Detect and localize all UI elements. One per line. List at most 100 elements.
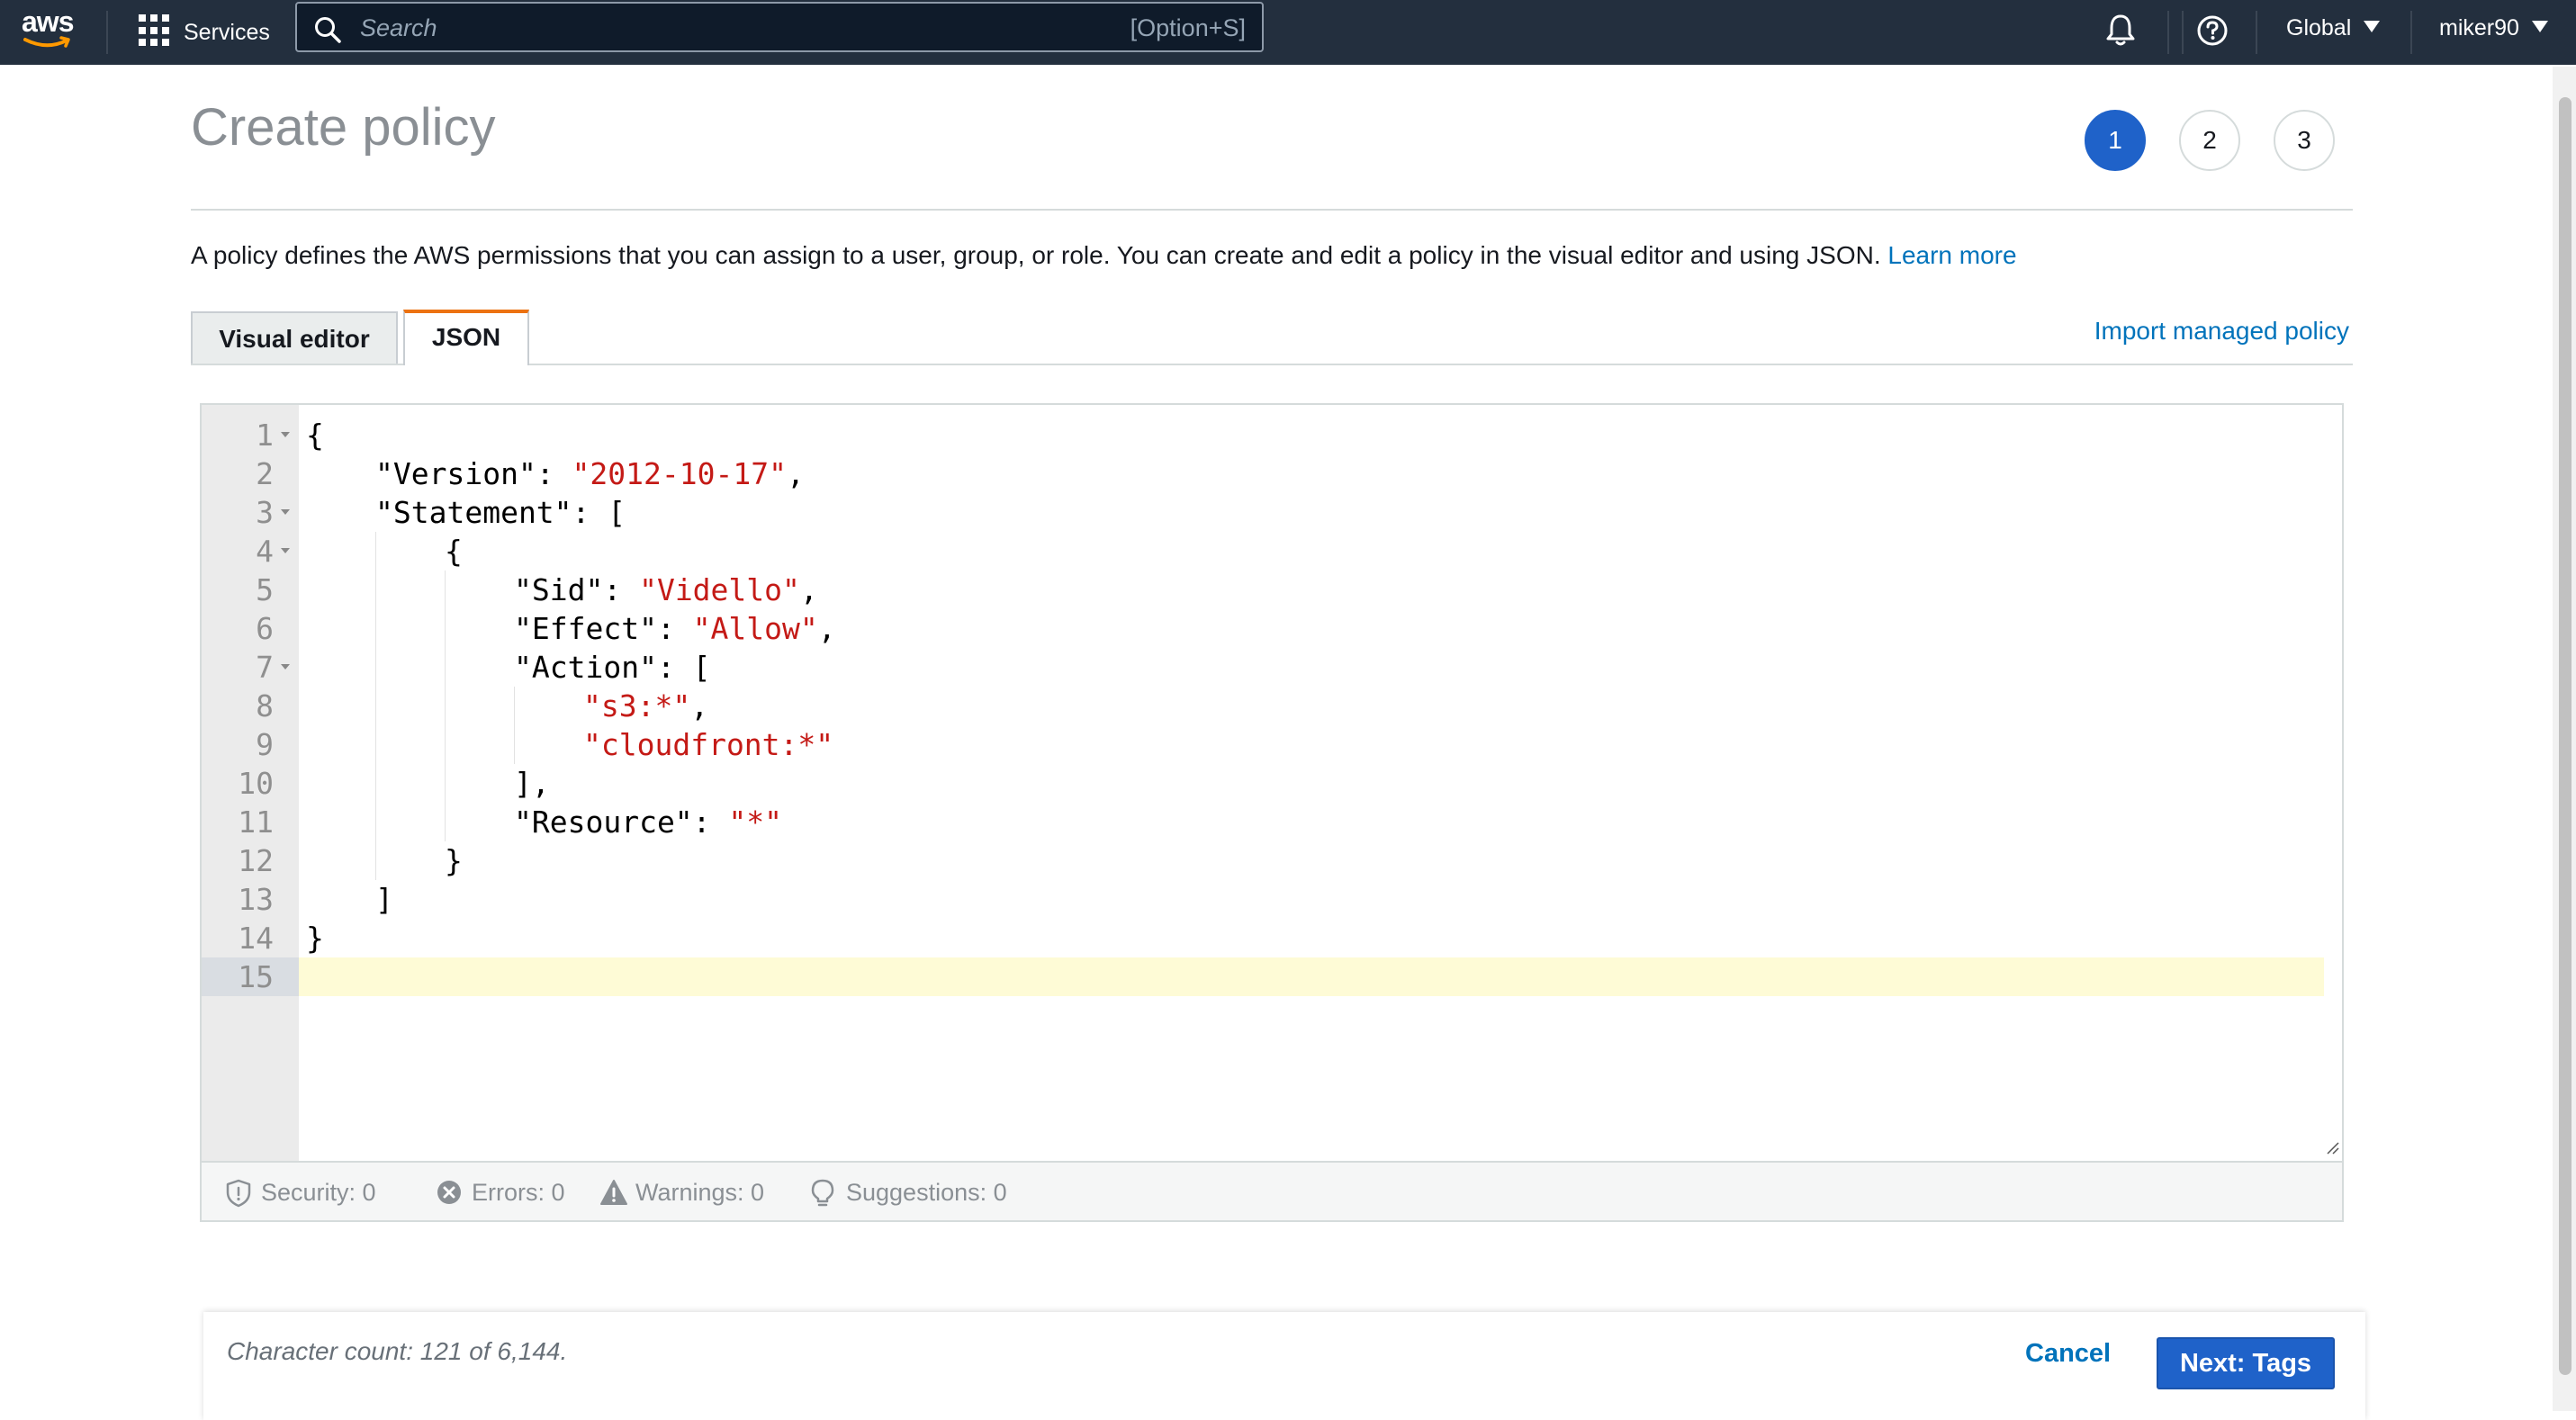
code-line[interactable]: 9 "cloudfront:*": [202, 725, 2342, 764]
header-divider: [191, 209, 2353, 211]
code-line[interactable]: 15: [202, 957, 2342, 996]
nav-divider: [2410, 11, 2412, 54]
code-line-content[interactable]: {: [299, 532, 2324, 571]
lightbulb-icon: [811, 1179, 834, 1207]
line-number: 15: [202, 957, 299, 996]
account-menu[interactable]: miker90: [2439, 0, 2548, 65]
wizard-step-2: 2: [2179, 110, 2240, 171]
code-line-content[interactable]: "Version": "2012-10-17",: [299, 454, 2324, 493]
code-line-content[interactable]: "s3:*",: [299, 687, 2324, 725]
code-line[interactable]: 12}: [202, 841, 2342, 880]
security-count: Security: 0: [261, 1179, 376, 1206]
chevron-down-icon: [2531, 20, 2548, 32]
code-line[interactable]: 5 "Sid": "Vidello",: [202, 571, 2342, 609]
json-string-token: "2012-10-17": [572, 456, 787, 491]
fold-toggle-icon[interactable]: [281, 664, 290, 670]
resize-handle-icon[interactable]: [2324, 1139, 2340, 1155]
json-token: ,: [817, 611, 836, 646]
code-line[interactable]: 11 "Resource": "*": [202, 803, 2342, 841]
code-line[interactable]: 13]: [202, 880, 2342, 919]
json-token: ,: [690, 688, 709, 723]
indent-guide: [445, 609, 446, 648]
import-managed-policy-link[interactable]: Import managed policy: [2094, 317, 2349, 346]
region-label: Global: [2286, 15, 2352, 40]
next-tags-button[interactable]: Next: Tags: [2157, 1337, 2335, 1389]
fold-toggle-icon[interactable]: [281, 548, 290, 553]
tab-visual-editor[interactable]: Visual editor: [191, 311, 398, 365]
code-line-content[interactable]: ]: [299, 880, 2324, 919]
aws-logo[interactable]: aws: [20, 5, 81, 56]
indent-guide: [445, 687, 446, 725]
json-token: "Resource":: [514, 804, 729, 840]
grid-icon[interactable]: [139, 14, 171, 47]
code-line-content[interactable]: "Sid": "Vidello",: [299, 571, 2324, 609]
json-string-token: "s3:*": [583, 688, 691, 723]
json-token: ,: [786, 456, 805, 491]
line-number: 11: [238, 804, 274, 840]
json-token: ]: [375, 882, 393, 917]
code-line-content[interactable]: "Resource": "*": [299, 803, 2324, 841]
search-placeholder: Search: [360, 14, 437, 41]
json-token: "Sid":: [514, 572, 640, 607]
errors-count: Errors: 0: [472, 1179, 565, 1206]
code-line[interactable]: 3 "Statement": [: [202, 493, 2342, 532]
code-line-content[interactable]: [299, 957, 2324, 996]
nav-divider: [2167, 11, 2169, 54]
indent-guide: [445, 764, 446, 803]
page-scrollbar-thumb[interactable]: [2559, 97, 2571, 1375]
learn-more-link[interactable]: Learn more: [1887, 241, 2016, 269]
json-token: {: [306, 418, 324, 453]
json-token: ,: [799, 572, 818, 607]
code-line-content[interactable]: "cloudfront:*": [299, 725, 2324, 764]
fold-toggle-icon[interactable]: [281, 432, 290, 437]
cancel-button[interactable]: Cancel: [2025, 1339, 2111, 1369]
services-menu[interactable]: Services: [184, 14, 270, 50]
code-line[interactable]: 2 "Version": "2012-10-17",: [202, 454, 2342, 493]
line-number: 6: [256, 611, 274, 646]
json-string-token: "Vidello": [639, 572, 800, 607]
chevron-down-icon: [2364, 20, 2381, 32]
code-line[interactable]: 7 "Action": [: [202, 648, 2342, 687]
json-editor[interactable]: 1{2 "Version": "2012-10-17", 3 "Statement":…: [200, 403, 2344, 1222]
code-line-content[interactable]: "Action": [: [299, 648, 2324, 687]
indent-guide: [445, 803, 446, 841]
json-token: "Statement": [: [375, 495, 626, 530]
region-selector[interactable]: Global: [2286, 0, 2381, 65]
search-input[interactable]: Search [Option+S]: [295, 2, 1264, 52]
shield-icon: [226, 1179, 251, 1208]
error-icon: [437, 1181, 461, 1204]
nav-divider: [2256, 11, 2257, 54]
json-token: }: [306, 921, 324, 956]
code-line-content[interactable]: }: [299, 841, 2324, 880]
code-line[interactable]: 6 "Effect": "Allow",: [202, 609, 2342, 648]
line-number: 9: [256, 727, 274, 762]
code-line[interactable]: 10],: [202, 764, 2342, 803]
code-line-content[interactable]: "Effect": "Allow",: [299, 609, 2324, 648]
code-line[interactable]: 8 "s3:*",: [202, 687, 2342, 725]
code-line-content[interactable]: }: [299, 919, 2324, 957]
indent-guide: [445, 648, 446, 687]
line-number: 13: [238, 882, 274, 917]
indent-guide: [375, 803, 376, 841]
json-token: }: [445, 843, 463, 878]
json-string-token: "Allow": [692, 611, 818, 646]
code-line[interactable]: 14}: [202, 919, 2342, 957]
json-token: ],: [514, 766, 550, 801]
indent-guide: [375, 725, 376, 764]
code-line-content[interactable]: "Statement": [: [299, 493, 2324, 532]
search-icon: [315, 17, 341, 43]
aws-smile-icon: [23, 36, 70, 48]
wizard-step-1: 1: [2085, 110, 2146, 171]
code-line-content[interactable]: ],: [299, 764, 2324, 803]
code-line[interactable]: 1{: [202, 416, 2342, 454]
user-label: miker90: [2439, 15, 2519, 40]
line-number: 12: [238, 843, 274, 878]
tab-json[interactable]: JSON: [403, 310, 529, 365]
indent-guide: [375, 764, 376, 803]
json-token: {: [445, 534, 463, 569]
validation-status-bar: Security: 0 Errors: 0 Warnings: 0 Sugges…: [202, 1161, 2342, 1220]
code-line[interactable]: 4{: [202, 532, 2342, 571]
wizard-step-3: 3: [2274, 110, 2335, 171]
code-line-content[interactable]: {: [299, 416, 2324, 454]
fold-toggle-icon[interactable]: [281, 509, 290, 515]
